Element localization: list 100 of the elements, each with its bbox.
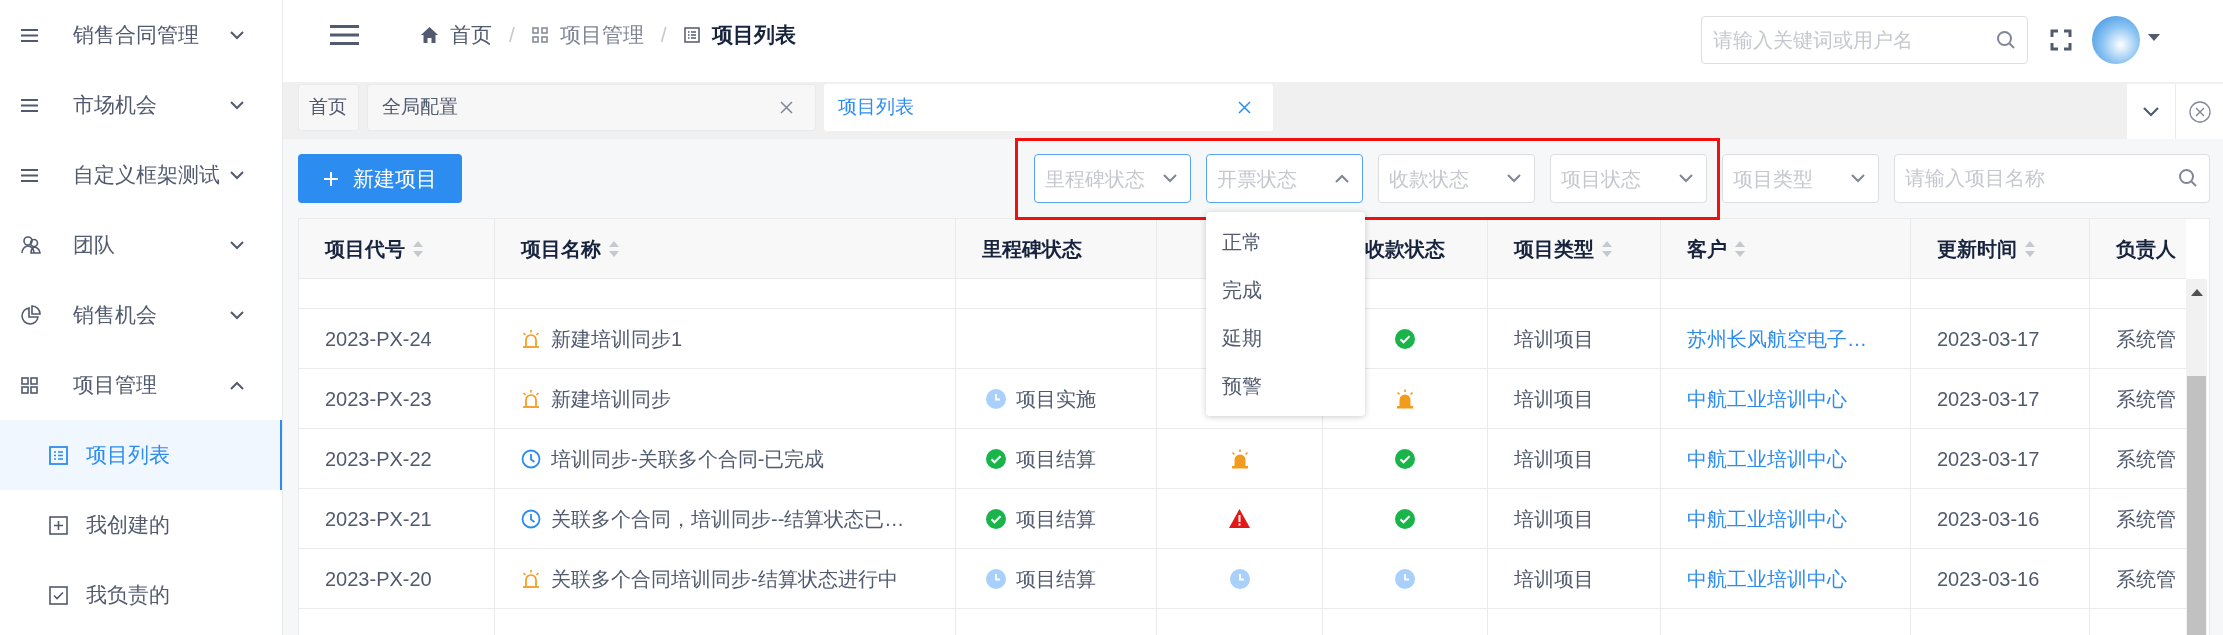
people-icon — [21, 236, 41, 254]
customer-link[interactable]: 中航工业培训中心 — [1687, 503, 1847, 534]
checkbox-icon — [49, 585, 68, 605]
pie-chart-icon — [21, 305, 41, 325]
search-field[interactable]: 请输入关键词或用户名 — [1701, 16, 2028, 64]
grid-icon — [21, 376, 38, 394]
search-field[interactable]: 请输入项目名称 — [1894, 154, 2210, 203]
project-type: 培训项目 — [1514, 506, 1594, 532]
list-icon — [21, 98, 38, 112]
breadcrumb-separator: / — [509, 22, 515, 49]
column-title: 里程碑状态 — [982, 236, 1082, 262]
list-icon — [49, 445, 68, 465]
column-title: 项目代号 — [325, 236, 405, 262]
dropdown-option[interactable]: 预警 — [1206, 362, 1365, 410]
chevron-down-icon — [1163, 174, 1177, 183]
sidebar-item[interactable]: 自定义框架测试 — [0, 140, 282, 210]
chevron-down-icon — [230, 310, 244, 320]
sidebar-item[interactable]: 市场机会 — [0, 70, 282, 140]
project-type: 培训项目 — [1514, 446, 1594, 472]
project-name: 新建培训同步1 — [551, 326, 683, 352]
scroll-up-icon[interactable] — [2190, 289, 2203, 296]
milestone-status: 项目实施 — [1016, 386, 1096, 412]
customer-link[interactable]: 中航工业培训中心 — [1687, 383, 1847, 414]
update-date: 2023-03-17 — [1937, 446, 2040, 472]
update-date: 2023-03-16 — [1937, 566, 2040, 592]
project-type: 培训项目 — [1514, 566, 1594, 592]
list-icon — [21, 28, 38, 42]
owner-name: 系统管 — [2116, 326, 2176, 352]
customer-link[interactable]: 苏州长风航空电子… — [1687, 323, 1867, 354]
avatar[interactable] — [2092, 16, 2140, 64]
column-title: 更新时间 — [1937, 236, 2017, 262]
chevron-down-icon — [1851, 174, 1865, 183]
plus-icon — [323, 170, 339, 187]
project-name: 关联多个合同培训同步-结算状态进行中 — [551, 566, 898, 592]
close-icon — [2188, 100, 2211, 123]
dropdown-option[interactable]: 完成 — [1206, 266, 1365, 314]
project-name: 关联多个合同，培训同步--结算状态已… — [551, 506, 905, 532]
chevron-down-icon — [2143, 106, 2159, 117]
customer-link[interactable]: 中航工业培训中心 — [1687, 443, 1847, 474]
tab[interactable]: 项目列表 — [824, 84, 1273, 131]
menu-icon[interactable] — [330, 25, 359, 45]
owner-name: 系统管 — [2116, 386, 2176, 412]
sidebar-item[interactable]: 团队 — [0, 210, 282, 280]
chevron-up-icon — [1335, 174, 1349, 183]
tab[interactable]: 首页 — [298, 84, 359, 131]
sidebar-item[interactable]: 我负责的 — [0, 560, 282, 630]
breadcrumb-link[interactable]: 项目管理 — [559, 19, 644, 51]
project-name: 培训同步-关联多个合同-已完成 — [551, 446, 825, 472]
milestone-status: 项目结算 — [1016, 446, 1096, 472]
update-date: 2023-03-16 — [1937, 506, 2040, 532]
search-icon[interactable] — [1996, 30, 2016, 50]
milestone-status: 项目结算 — [1016, 566, 1096, 592]
plus-square-icon — [49, 515, 68, 535]
caret-icon[interactable] — [2148, 33, 2160, 41]
chevron-down-icon — [1679, 174, 1693, 183]
chevron-down-icon — [230, 170, 244, 180]
sidebar-item[interactable]: 项目管理 — [0, 350, 282, 420]
chevron-down-icon — [1507, 174, 1521, 183]
update-date: 2023-03-17 — [1937, 386, 2040, 412]
column-title: 负责人 — [2116, 236, 2176, 262]
close-icon[interactable] — [1238, 101, 1251, 114]
chevron-down-icon — [230, 100, 244, 110]
column-title: 项目类型 — [1514, 236, 1594, 262]
fullscreen-icon[interactable] — [2050, 29, 2072, 51]
scrollbar[interactable] — [2186, 279, 2207, 635]
chevron-down-icon — [230, 240, 244, 250]
search-icon[interactable] — [2178, 168, 2198, 188]
chevron-down-icon — [230, 30, 244, 40]
project-type: 培训项目 — [1514, 386, 1594, 412]
column-title: 收款状态 — [1365, 236, 1445, 262]
grid-icon — [531, 27, 548, 43]
sidebar-item[interactable]: 我创建的 — [0, 490, 282, 560]
project-code: 2023-PX-21 — [325, 506, 432, 532]
project-code: 2023-PX-23 — [325, 386, 432, 412]
list-icon — [21, 168, 38, 182]
dropdown-option[interactable]: 延期 — [1206, 314, 1365, 362]
close-all-button[interactable] — [2176, 84, 2223, 139]
owner-name: 系统管 — [2116, 506, 2176, 532]
project-name: 新建培训同步 — [551, 386, 671, 412]
customer-link[interactable]: 中航工业培训中心 — [1687, 563, 1847, 594]
update-date: 2023-03-17 — [1937, 326, 2040, 352]
project-code: 2023-PX-20 — [325, 566, 432, 592]
close-icon[interactable] — [780, 101, 793, 114]
column-title: 项目名称 — [521, 236, 601, 262]
breadcrumb-link[interactable]: 首页 — [450, 19, 492, 51]
project-code: 2023-PX-24 — [325, 326, 432, 352]
sidebar-item[interactable]: 销售机会 — [0, 280, 282, 350]
project-code: 2023-PX-22 — [325, 446, 432, 472]
tab[interactable]: 全局配置 — [367, 84, 816, 131]
project-type: 培训项目 — [1514, 326, 1594, 352]
owner-name: 系统管 — [2116, 566, 2176, 592]
new-project-button[interactable]: 新建项目 — [298, 154, 462, 203]
sidebar-item[interactable]: 销售合同管理 — [0, 0, 282, 70]
chevron-up-icon — [230, 380, 244, 390]
dropdown-option[interactable]: 正常 — [1206, 218, 1365, 266]
home-icon — [421, 27, 438, 43]
list-icon — [683, 27, 700, 43]
breadcrumb-separator: / — [660, 22, 667, 49]
column-title: 客户 — [1687, 236, 1727, 262]
milestone-status: 项目结算 — [1016, 506, 1096, 532]
